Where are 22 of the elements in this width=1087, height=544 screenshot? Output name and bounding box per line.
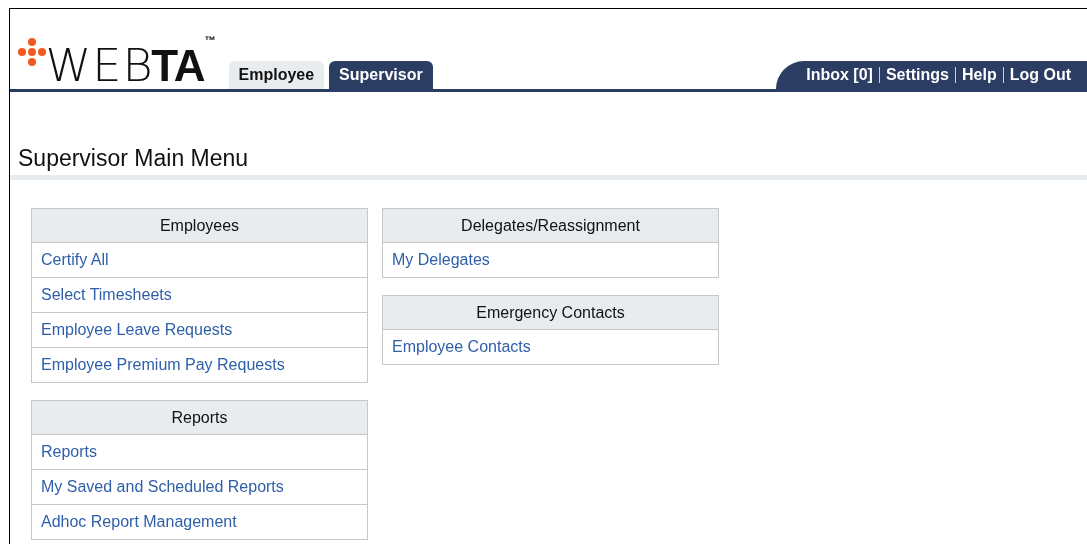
- menu-link[interactable]: Employee Leave Requests: [41, 321, 233, 339]
- dots-icon: [18, 38, 46, 66]
- menu-link[interactable]: My Delegates: [392, 251, 490, 269]
- page-title: Supervisor Main Menu: [10, 145, 1087, 180]
- menu-link[interactable]: Adhoc Report Management: [41, 513, 237, 531]
- tab[interactable]: Supervisor: [329, 61, 433, 89]
- menu-link[interactable]: Employee Premium Pay Requests: [41, 356, 285, 374]
- menu-link[interactable]: Reports: [41, 443, 98, 461]
- menu-link[interactable]: Certify All: [41, 251, 109, 269]
- nav-link[interactable]: Help: [962, 66, 997, 84]
- nav-link[interactable]: Log Out: [1009, 66, 1071, 84]
- panel-header: Reports: [32, 401, 367, 435]
- menu-link[interactable]: Employee Contacts: [392, 338, 531, 356]
- panel-header: Delegates/Reassignment: [383, 209, 718, 243]
- trademark: ™: [204, 34, 216, 46]
- menu-link[interactable]: My Saved and Scheduled Reports: [41, 478, 284, 496]
- menu-link[interactable]: Select Timesheets: [41, 286, 172, 304]
- panel-header: Emergency Contacts: [383, 296, 718, 330]
- tab[interactable]: Employee: [228, 61, 325, 89]
- nav-link[interactable]: Inbox [0]: [806, 66, 873, 84]
- nav-link[interactable]: Settings: [885, 66, 949, 84]
- panel-header: Employees: [32, 209, 367, 243]
